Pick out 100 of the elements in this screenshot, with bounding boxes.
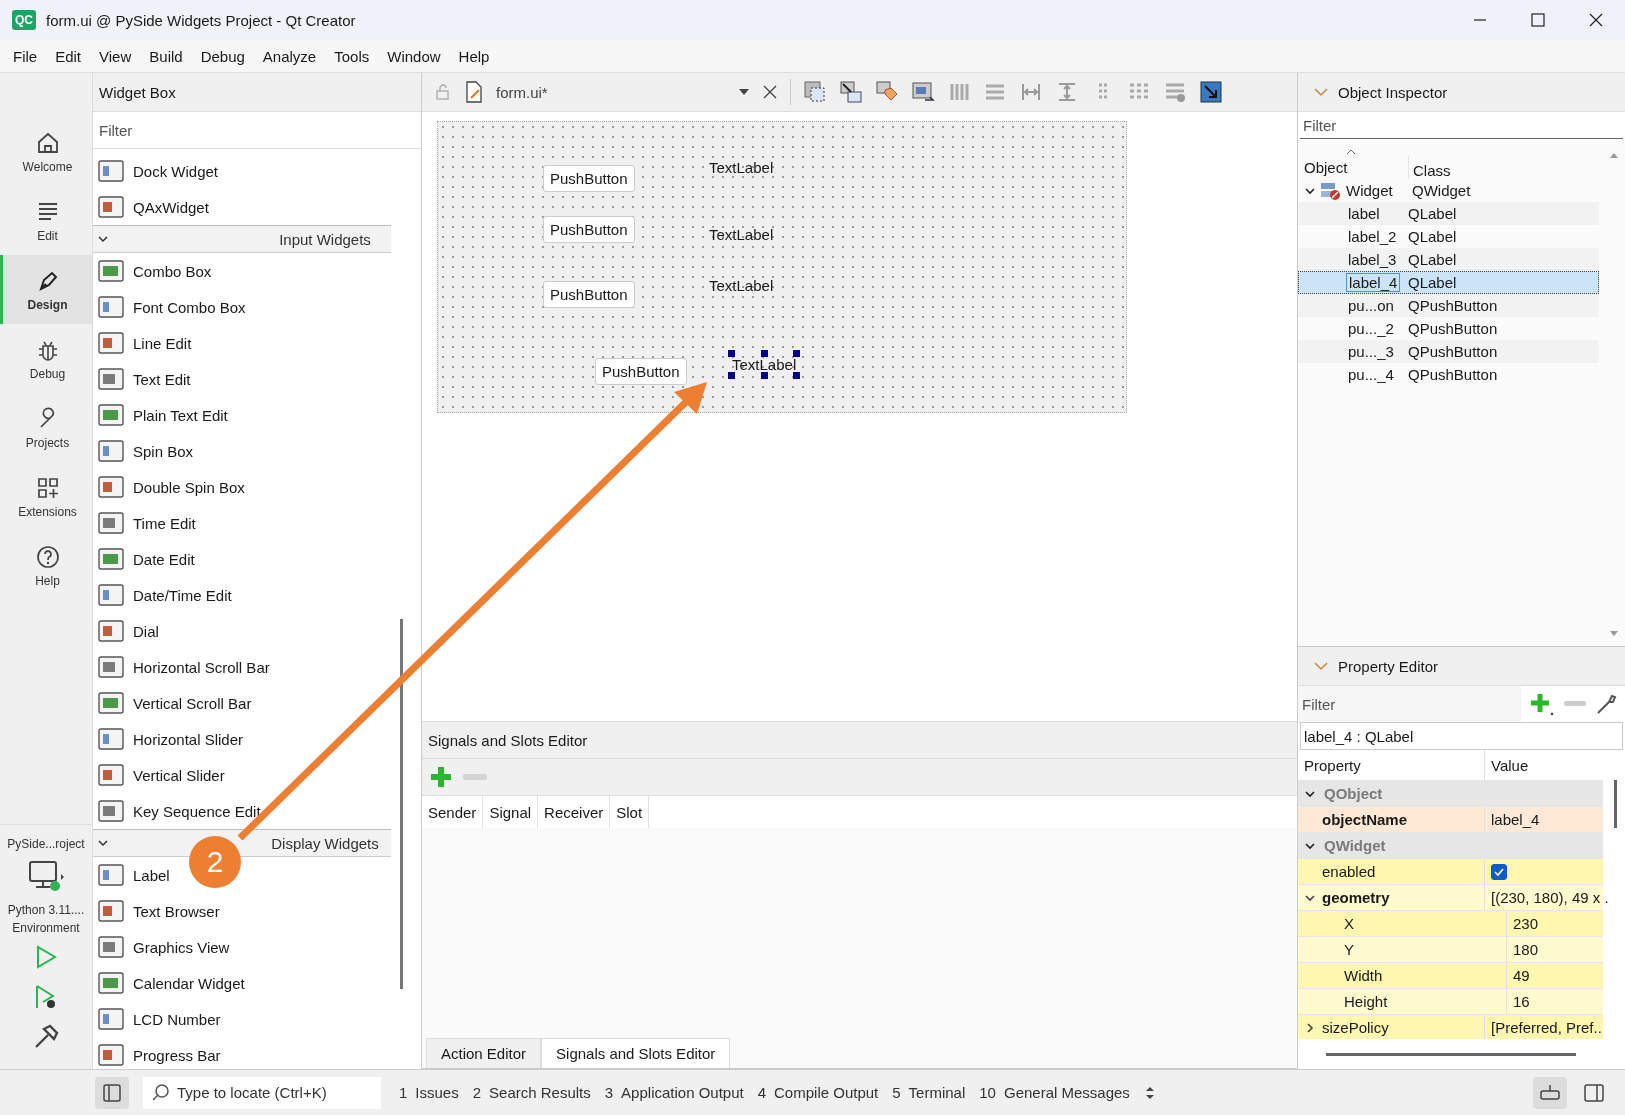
widget-item[interactable]: Spin Box: [93, 433, 194, 469]
category-header[interactable]: Input Widgets: [279, 230, 371, 248]
scrollbar[interactable]: [400, 619, 403, 989]
mode-button[interactable]: Debug: [0, 324, 92, 393]
menu-item[interactable]: Debug: [191, 43, 254, 69]
widget-item[interactable]: Date Edit: [93, 541, 195, 577]
edit-widgets-icon[interactable]: [803, 80, 827, 104]
push-button[interactable]: PushButton: [543, 216, 635, 243]
widget-item[interactable]: Key Sequence Edit: [93, 793, 261, 829]
progress-toggle-icon[interactable]: [1533, 1076, 1567, 1109]
widget-item[interactable]: LCD Number: [93, 1001, 221, 1037]
maximize-icon[interactable]: [1531, 13, 1545, 27]
widget-item[interactable]: Vertical Slider: [93, 757, 225, 793]
scrollbar[interactable]: [1326, 1052, 1576, 1056]
tree-row[interactable]: pu..._3 QPushButton: [1298, 340, 1599, 363]
text-label[interactable]: TextLabel: [708, 223, 775, 246]
scroll-down-icon[interactable]: [1609, 630, 1619, 638]
checkbox[interactable]: [1491, 864, 1507, 880]
tree-row[interactable]: Widget QWidget: [1298, 179, 1599, 202]
editor-tab[interactable]: Signals and Slots Editor: [541, 1038, 731, 1068]
menu-item[interactable]: Build: [140, 43, 192, 69]
widget-item[interactable]: Combo Box: [93, 253, 212, 289]
property-name: Y: [1344, 941, 1354, 958]
mode-button[interactable]: Help: [0, 531, 92, 600]
editor-tab[interactable]: Action Editor: [426, 1038, 542, 1068]
menu-item[interactable]: File: [4, 43, 47, 69]
file-selector[interactable]: form.ui*: [496, 83, 726, 101]
widget-item[interactable]: Graphics View: [93, 929, 230, 965]
tree-row[interactable]: label_4 QLabel: [1298, 271, 1599, 294]
tree-row[interactable]: label_3 QLabel: [1298, 248, 1599, 271]
menu-item[interactable]: View: [90, 43, 141, 69]
mode-button[interactable]: Projects: [0, 393, 92, 462]
mode-button[interactable]: Edit: [0, 186, 92, 255]
widget-item[interactable]: Plain Text Edit: [93, 397, 228, 433]
widget-item[interactable]: Dock Widget: [93, 153, 219, 189]
property-value: [(230, 180), 49 x .: [1491, 889, 1609, 906]
sidebar-toggle-icon[interactable]: [95, 1076, 129, 1109]
widget-item[interactable]: Text Edit: [93, 361, 191, 397]
output-pane-button[interactable]: 4 Compile Output: [757, 1084, 879, 1101]
widget-item[interactable]: Dial: [93, 613, 159, 649]
tree-row[interactable]: label_2 QLabel: [1298, 225, 1599, 248]
widget-item[interactable]: Date/Time Edit: [93, 577, 232, 613]
close-icon[interactable]: [1589, 13, 1603, 27]
add-icon[interactable]: [428, 764, 454, 790]
filter-field[interactable]: Filter: [1298, 686, 1521, 722]
menu-item[interactable]: Window: [378, 43, 450, 69]
tree-row[interactable]: pu..._2 QPushButton: [1298, 317, 1599, 340]
output-pane-button[interactable]: 2 Search Results: [472, 1084, 591, 1101]
chevron-icon[interactable]: [1304, 1021, 1316, 1034]
column-header[interactable]: Object: [1298, 155, 1409, 179]
text-label[interactable]: TextLabel: [708, 156, 775, 179]
kit-label: Environment: [12, 921, 80, 935]
menu-item[interactable]: Tools: [325, 43, 379, 69]
text-label[interactable]: TextLabel: [731, 353, 798, 376]
widget-item[interactable]: Horizontal Slider: [93, 721, 244, 757]
widget-item[interactable]: Label: [93, 857, 170, 893]
text-label[interactable]: TextLabel: [708, 274, 775, 297]
push-button[interactable]: PushButton: [543, 165, 635, 192]
scrollbar[interactable]: [1607, 151, 1621, 638]
widget-item[interactable]: Line Edit: [93, 325, 192, 361]
add-icon[interactable]: [1529, 691, 1555, 717]
mode-button[interactable]: Welcome: [0, 117, 92, 186]
dropdown-icon[interactable]: [738, 87, 750, 97]
adjust-size-icon[interactable]: [1199, 80, 1223, 104]
scroll-up-icon[interactable]: [1609, 151, 1619, 159]
menu-item[interactable]: Help: [449, 43, 499, 69]
widget-item[interactable]: Vertical Scroll Bar: [93, 685, 252, 721]
file-edit-icon: [464, 81, 484, 103]
mode-button[interactable]: Extensions: [0, 462, 92, 531]
signal-slot-icon[interactable]: [839, 80, 863, 104]
class-name: QPushButton: [1407, 297, 1498, 314]
menu-item[interactable]: Analyze: [253, 43, 326, 69]
tree-row[interactable]: label QLabel: [1298, 202, 1599, 225]
menu-item[interactable]: Edit: [46, 43, 91, 69]
widget-item[interactable]: Font Combo Box: [93, 289, 246, 325]
output-pane-button[interactable]: 1 Issues: [399, 1084, 459, 1101]
output-pane-button[interactable]: 5 Terminal: [892, 1084, 966, 1101]
widget-item[interactable]: Calendar Widget: [93, 965, 245, 1001]
column-header[interactable]: Property: [1298, 750, 1485, 780]
tab-order-icon[interactable]: [911, 80, 935, 104]
close-icon[interactable]: [762, 84, 778, 100]
output-pane-button[interactable]: 3 Application Output: [604, 1084, 744, 1101]
widget-item[interactable]: Text Browser: [93, 893, 220, 929]
form-canvas[interactable]: PushButton TextLabel PushButton TextLabel PushButton TextLabel PushButton TextLabel: [437, 121, 1127, 413]
output-pane-button[interactable]: 10 General Messages: [979, 1084, 1130, 1101]
tree-row[interactable]: pu...on QPushButton: [1298, 294, 1599, 317]
widget-item[interactable]: QAxWidget: [93, 189, 209, 225]
widget-item[interactable]: Horizontal Scroll Bar: [93, 649, 270, 685]
widget-item[interactable]: Double Spin Box: [93, 469, 245, 505]
widget-item[interactable]: Time Edit: [93, 505, 196, 541]
push-button[interactable]: PushButton: [595, 358, 687, 385]
scrollbar[interactable]: [1614, 780, 1617, 828]
widget-item[interactable]: Progress Bar: [93, 1037, 221, 1069]
push-button[interactable]: PushButton: [543, 281, 635, 308]
widget-icon: [97, 970, 125, 996]
column-header[interactable]: Class: [1409, 162, 1451, 179]
column-header[interactable]: Value: [1485, 756, 1529, 774]
mode-button[interactable]: Design: [0, 255, 92, 324]
locator-field[interactable]: Type to locate (Ctrl+K): [143, 1076, 381, 1109]
tree-row[interactable]: pu..._4 QPushButton: [1298, 363, 1599, 386]
